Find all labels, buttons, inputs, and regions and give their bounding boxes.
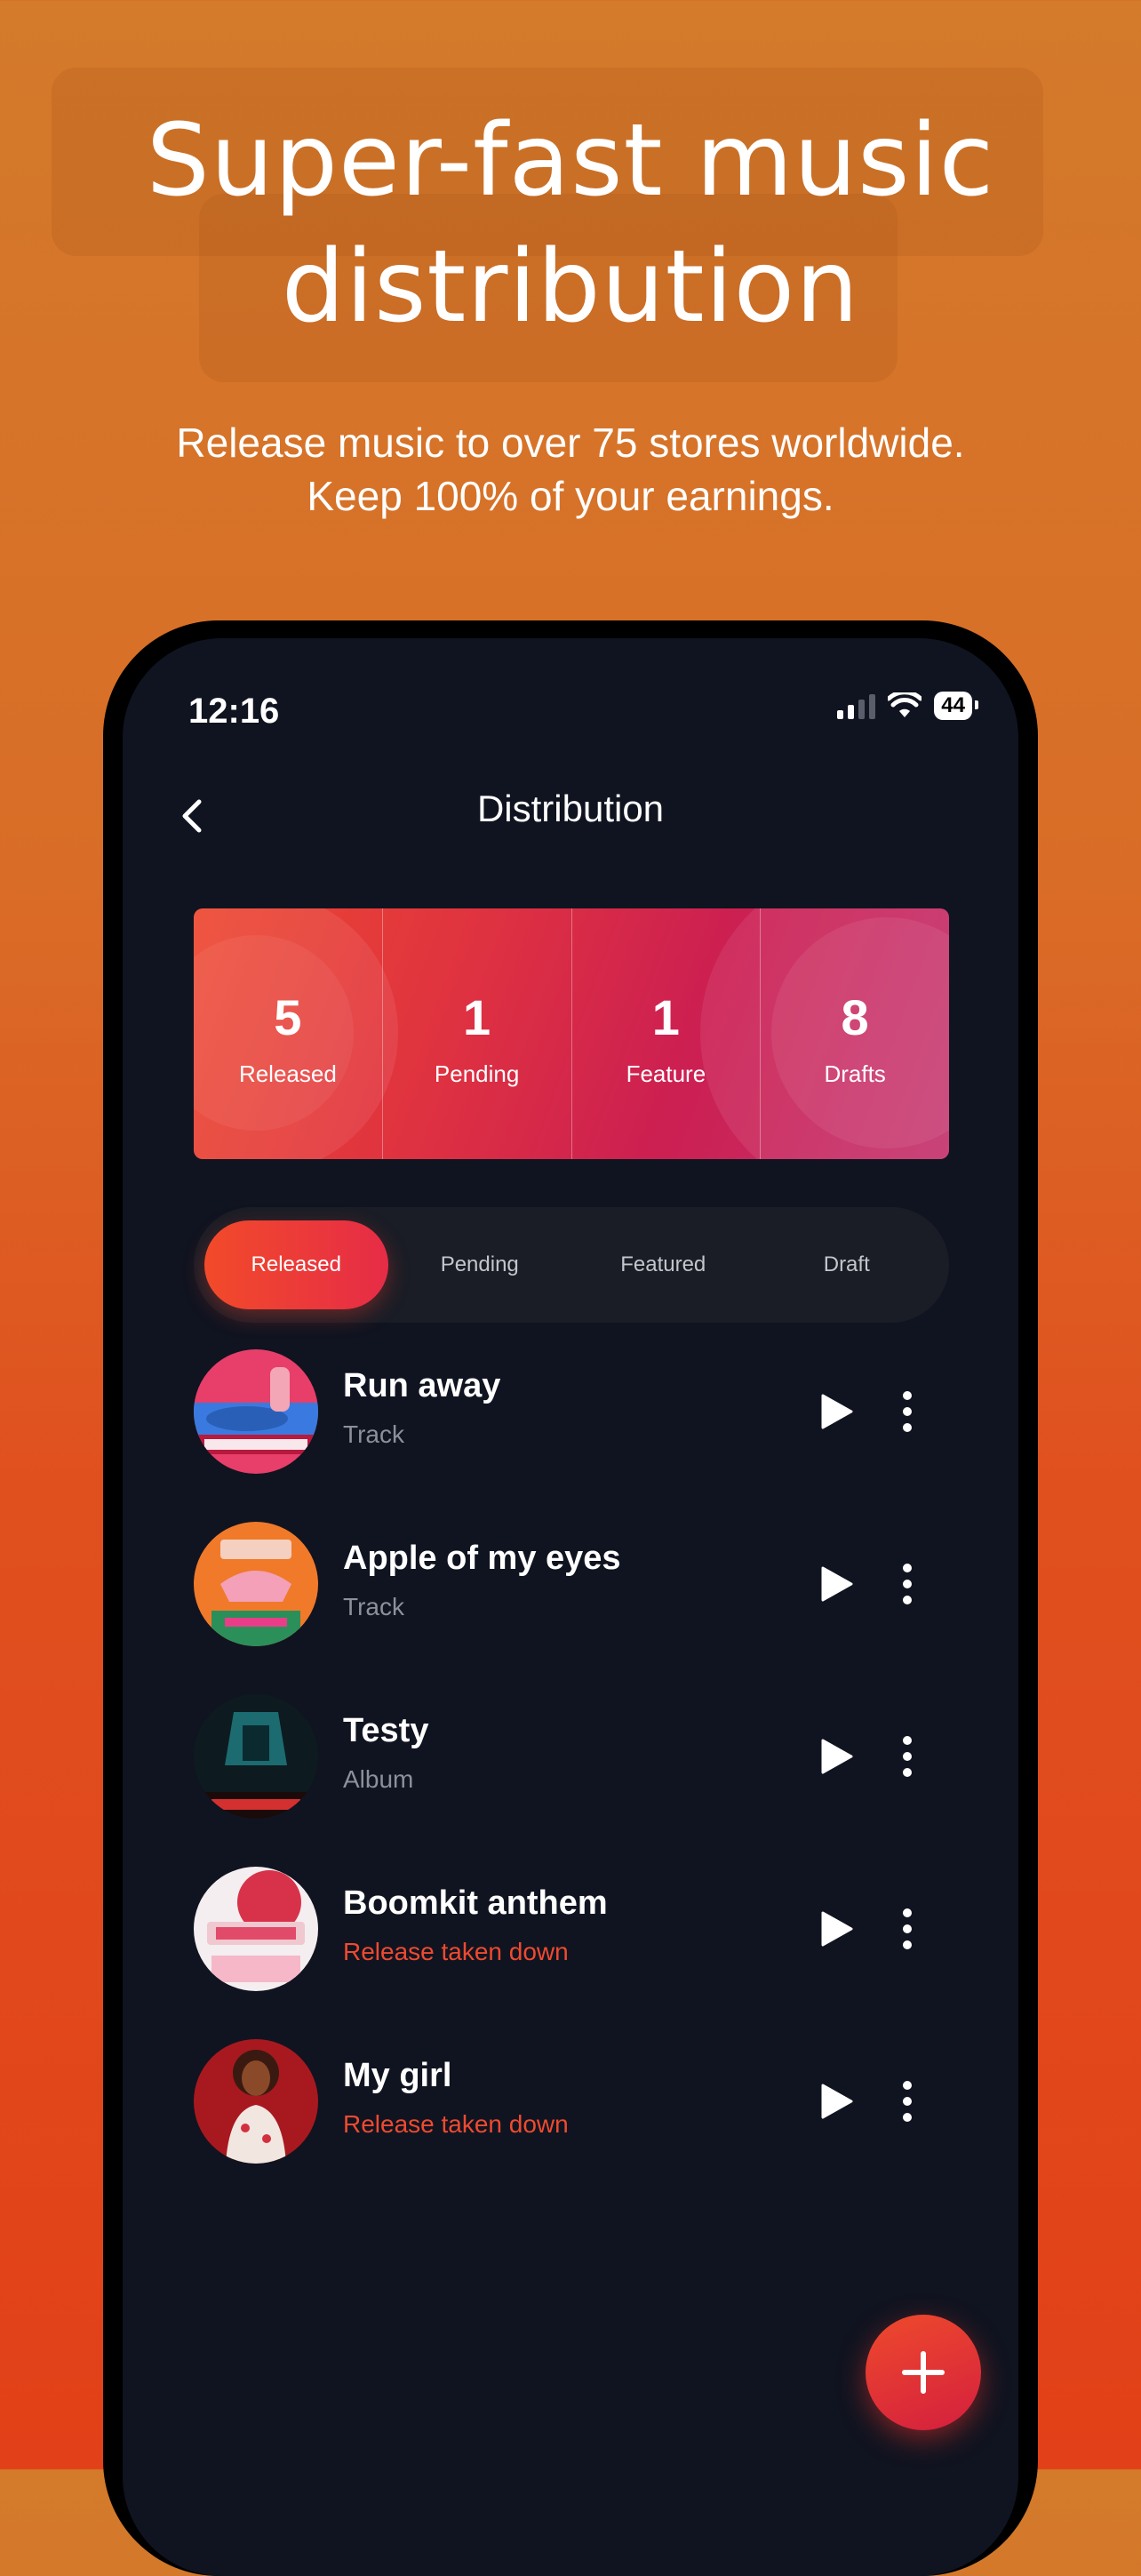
cover-art	[194, 1867, 318, 1991]
battery-icon: 44	[934, 692, 978, 720]
more-vertical-icon[interactable]	[894, 1388, 921, 1435]
release-subtitle: Track	[343, 1420, 404, 1448]
list-item[interactable]: Testy Album	[194, 1694, 949, 1867]
stat-label: Pending	[434, 1060, 520, 1087]
app-screen: 12:16 44 Distribution 5 Released 1 Pendi…	[123, 638, 1018, 2576]
play-icon[interactable]	[812, 1733, 858, 1780]
release-title: Run away	[343, 1367, 501, 1404]
list-item[interactable]: Apple of my eyes Track	[194, 1522, 949, 1694]
release-title: My girl	[343, 2057, 452, 2094]
stat-value: 8	[841, 989, 869, 1045]
hero-subtitle-line2: Keep 100% of your earnings.	[307, 473, 834, 519]
release-title: Testy	[343, 1712, 429, 1749]
more-vertical-icon[interactable]	[894, 1733, 921, 1780]
tab-featured[interactable]: Featured	[571, 1220, 755, 1309]
cover-art	[194, 1522, 318, 1646]
hero-title: Super-fast music distribution	[0, 98, 1141, 350]
release-subtitle: Track	[343, 1593, 404, 1620]
status-tabs: Released Pending Featured Draft	[194, 1207, 949, 1323]
plus-icon	[902, 2351, 945, 2394]
hero-title-line2: distribution	[281, 229, 860, 345]
cellular-signal-icon	[837, 692, 876, 719]
cover-art	[194, 1349, 318, 1474]
wifi-icon	[888, 692, 922, 717]
release-title: Apple of my eyes	[343, 1540, 621, 1577]
list-item[interactable]: Run away Track	[194, 1349, 949, 1522]
stat-feature: 1 Feature	[570, 908, 761, 1159]
release-title: Boomkit anthem	[343, 1884, 608, 1922]
tab-draft[interactable]: Draft	[755, 1220, 939, 1309]
stat-label: Feature	[626, 1060, 706, 1087]
release-subtitle: Release taken down	[343, 1938, 569, 1965]
release-subtitle: Release taken down	[343, 2110, 569, 2138]
cover-art	[194, 2039, 318, 2164]
more-vertical-icon[interactable]	[894, 2078, 921, 2124]
status-indicators: 44	[837, 692, 978, 720]
hero-subtitle: Release music to over 75 stores worldwid…	[0, 416, 1141, 523]
stats-card: 5 Released 1 Pending 1 Feature 8 Drafts	[194, 908, 949, 1159]
stat-value: 1	[463, 989, 491, 1045]
release-list: Run away Track Apple of my eyes Track Te…	[194, 1349, 949, 2212]
hero-subtitle-line1: Release music to over 75 stores worldwid…	[176, 420, 965, 466]
stat-released: 5 Released	[194, 908, 382, 1159]
stat-value: 1	[651, 989, 680, 1045]
play-icon[interactable]	[812, 1906, 858, 1952]
list-item[interactable]: Boomkit anthem Release taken down	[194, 1867, 949, 2039]
stat-pending: 1 Pending	[381, 908, 571, 1159]
play-icon[interactable]	[812, 1388, 858, 1435]
hero-title-line1: Super-fast music	[146, 103, 995, 219]
stat-value: 5	[274, 989, 302, 1045]
stat-drafts: 8 Drafts	[760, 908, 949, 1159]
add-release-button[interactable]	[866, 2315, 981, 2430]
stat-label: Released	[238, 1060, 337, 1087]
tab-pending[interactable]: Pending	[388, 1220, 572, 1309]
play-icon[interactable]	[812, 2078, 858, 2124]
tab-released[interactable]: Released	[204, 1220, 388, 1309]
more-vertical-icon[interactable]	[894, 1561, 921, 1607]
status-time: 12:16	[188, 692, 280, 731]
release-subtitle: Album	[343, 1765, 414, 1793]
more-vertical-icon[interactable]	[894, 1906, 921, 1952]
stat-label: Drafts	[824, 1060, 886, 1087]
play-icon[interactable]	[812, 1561, 858, 1607]
cover-art	[194, 1694, 318, 1819]
list-item[interactable]: My girl Release taken down	[194, 2039, 949, 2212]
page-title: Distribution	[476, 788, 665, 829]
phone-frame: 12:16 44 Distribution 5 Released 1 Pendi…	[103, 620, 1038, 2576]
